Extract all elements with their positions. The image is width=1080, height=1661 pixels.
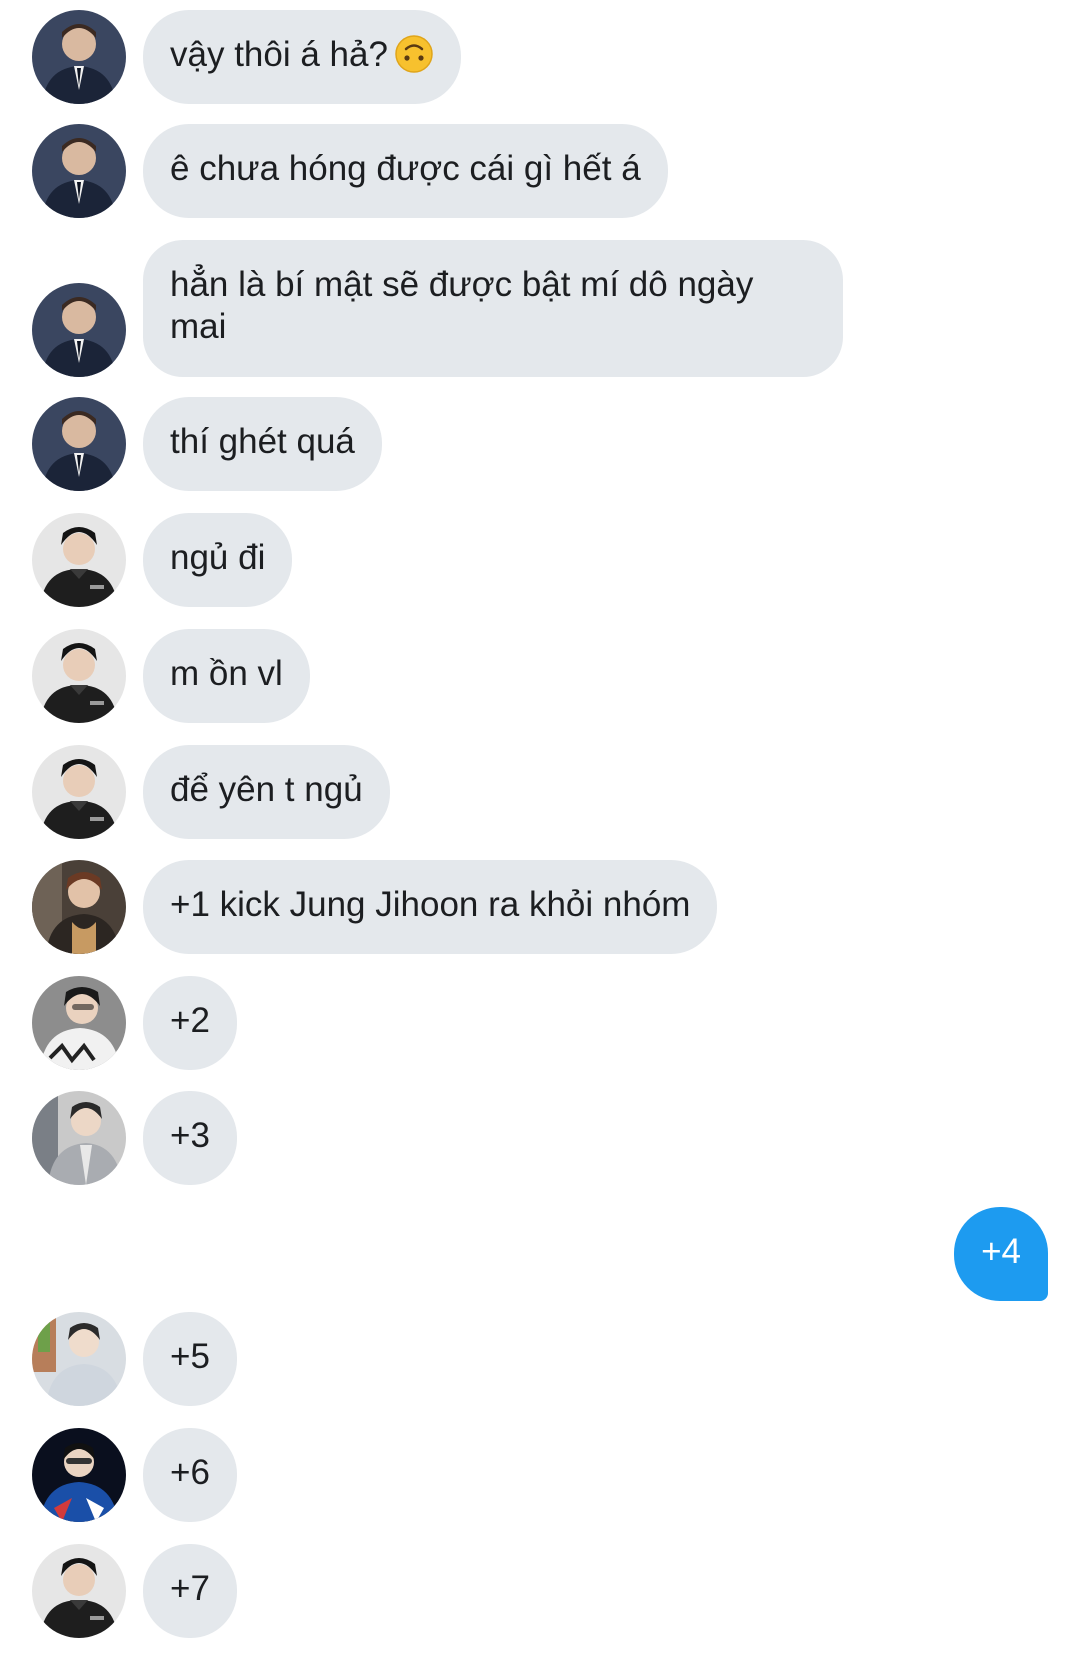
avatar[interactable] bbox=[32, 1544, 126, 1638]
message-text: +7 bbox=[170, 1569, 210, 1608]
message-text: +4 bbox=[981, 1232, 1021, 1271]
message-bubble[interactable]: +1 kick Jung Jihoon ra khỏi nhóm bbox=[143, 860, 718, 954]
message-row: ê chưa hóng được cái gì hết á bbox=[0, 124, 1080, 218]
message-bubble[interactable]: ngủ đi bbox=[143, 513, 293, 607]
avatar[interactable] bbox=[32, 629, 126, 723]
message-text: +6 bbox=[170, 1453, 210, 1492]
message-row: thí ghét quá bbox=[0, 397, 1080, 491]
avatar[interactable] bbox=[32, 1428, 126, 1522]
avatar[interactable] bbox=[32, 124, 126, 218]
message-row: +5 bbox=[0, 1312, 1080, 1406]
message-row: +7 bbox=[0, 1544, 1080, 1638]
message-text: +3 bbox=[170, 1116, 210, 1155]
message-row: +1 kick Jung Jihoon ra khỏi nhóm bbox=[0, 860, 1080, 954]
upside-down-face-icon bbox=[395, 35, 433, 73]
message-bubble[interactable]: m ồn vl bbox=[143, 629, 310, 723]
avatar[interactable] bbox=[32, 745, 126, 839]
message-row: +2 bbox=[0, 976, 1080, 1070]
message-bubble[interactable]: +2 bbox=[143, 976, 237, 1070]
message-bubble-outgoing[interactable]: +4 bbox=[954, 1207, 1048, 1301]
message-text: ê chưa hóng được cái gì hết á bbox=[170, 149, 641, 188]
avatar[interactable] bbox=[32, 513, 126, 607]
message-bubble[interactable]: +6 bbox=[143, 1428, 237, 1522]
message-text: +2 bbox=[170, 1001, 210, 1040]
message-bubble[interactable]: thí ghét quá bbox=[143, 397, 382, 491]
message-row: để yên t ngủ bbox=[0, 745, 1080, 839]
message-bubble[interactable]: ê chưa hóng được cái gì hết á bbox=[143, 124, 668, 218]
message-text: +1 kick Jung Jihoon ra khỏi nhóm bbox=[170, 885, 691, 924]
message-bubble[interactable]: hẳn là bí mật sẽ được bật mí dô ngày mai bbox=[143, 240, 843, 377]
message-text: vậy thôi á hả? bbox=[170, 35, 388, 74]
message-bubble[interactable]: +3 bbox=[143, 1091, 237, 1185]
message-text: hẳn là bí mật sẽ được bật mí dô ngày mai bbox=[170, 265, 764, 346]
message-text: m ồn vl bbox=[170, 654, 283, 693]
avatar[interactable] bbox=[32, 860, 126, 954]
message-row: vậy thôi á hả? bbox=[0, 10, 1080, 104]
message-row: hẳn là bí mật sẽ được bật mí dô ngày mai bbox=[0, 240, 1080, 377]
avatar[interactable] bbox=[32, 10, 126, 104]
avatar[interactable] bbox=[32, 283, 126, 377]
avatar[interactable] bbox=[32, 1312, 126, 1406]
message-row: ngủ đi bbox=[0, 513, 1080, 607]
message-bubble[interactable]: vậy thôi á hả? bbox=[143, 10, 461, 104]
chat-thread: vậy thôi á hả? ê chưa hóng được cái gì h… bbox=[0, 0, 1080, 1661]
message-row: +3 bbox=[0, 1091, 1080, 1185]
message-row: +6 bbox=[0, 1428, 1080, 1522]
avatar[interactable] bbox=[32, 976, 126, 1070]
message-row: m ồn vl bbox=[0, 629, 1080, 723]
avatar[interactable] bbox=[32, 1091, 126, 1185]
message-text: để yên t ngủ bbox=[170, 770, 363, 809]
message-bubble[interactable]: để yên t ngủ bbox=[143, 745, 390, 839]
message-row-outgoing: +4 bbox=[0, 1207, 1080, 1301]
message-text: ngủ đi bbox=[170, 538, 266, 577]
message-text: +5 bbox=[170, 1337, 210, 1376]
message-text: thí ghét quá bbox=[170, 422, 355, 461]
avatar[interactable] bbox=[32, 397, 126, 491]
message-bubble[interactable]: +7 bbox=[143, 1544, 237, 1638]
message-bubble[interactable]: +5 bbox=[143, 1312, 237, 1406]
